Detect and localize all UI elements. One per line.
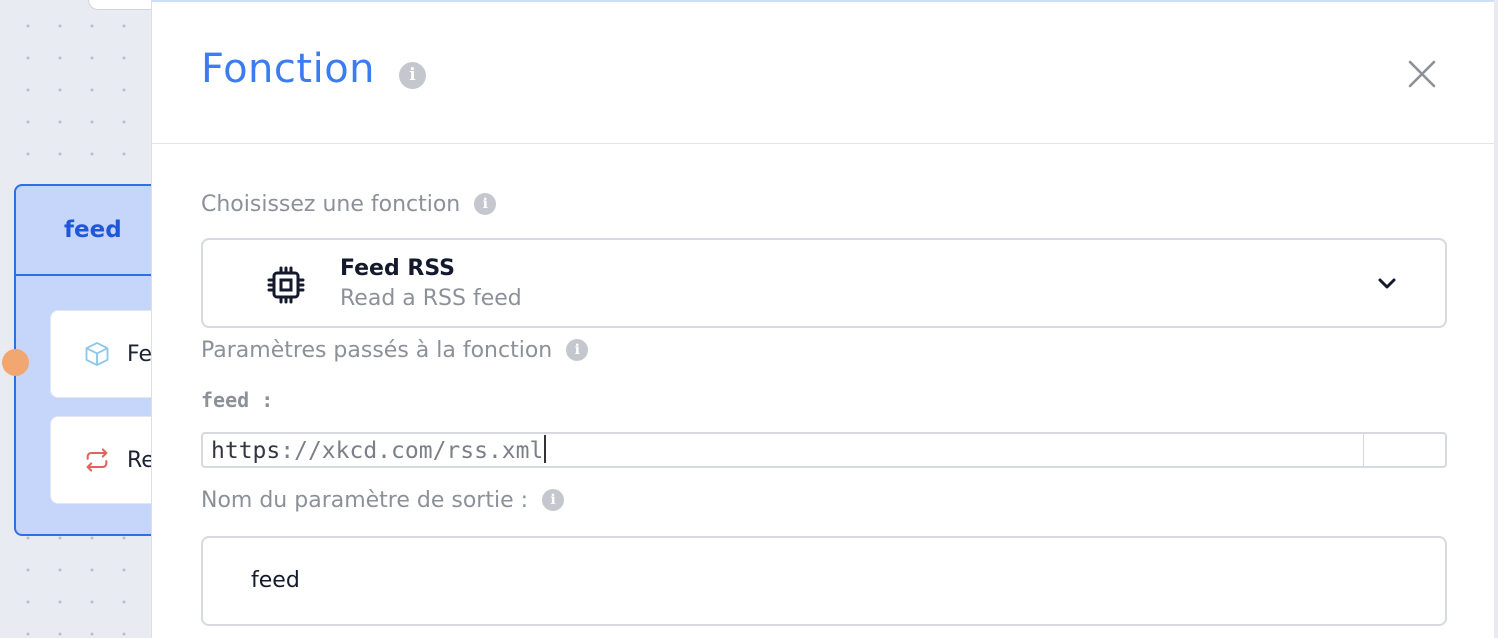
drawer-title: Fonction [201, 46, 376, 92]
output-name-value[interactable]: feed [251, 568, 300, 593]
info-icon[interactable]: i [399, 62, 426, 89]
chip-icon [267, 266, 305, 304]
param-feed-input[interactable]: https://xkcd.com/rss.xml [201, 432, 1447, 468]
url-scheme: https [211, 438, 281, 464]
function-drawer: Fonction i Choisissez une fonction i Feed… [151, 0, 1494, 638]
param-feed-value[interactable]: https://xkcd.com/rss.xml [211, 435, 547, 464]
window-edge [1494, 0, 1498, 638]
info-icon[interactable]: i [542, 489, 565, 511]
selected-function-description: Read a RSS feed [340, 286, 522, 311]
info-icon[interactable]: i [566, 339, 589, 361]
canvas-node-stub [88, 0, 160, 10]
choose-function-label: Choisissez une fonction i [201, 192, 497, 217]
output-label: Nom du paramètre de sortie : i [201, 488, 565, 513]
flow-node-feed[interactable]: feed Fe Re [14, 184, 180, 536]
drawer-header: Fonction i [152, 2, 1494, 144]
output-name-field[interactable]: feed [201, 536, 1447, 626]
text-caret [544, 435, 547, 463]
selected-function-name: Feed RSS [340, 256, 456, 281]
info-icon[interactable]: i [474, 193, 497, 215]
output-label-text: Nom du paramètre de sortie : [201, 488, 529, 513]
node-input-port[interactable] [2, 349, 29, 376]
node-item-label: Fe [127, 341, 152, 367]
params-label-text: Paramètres passés à la fonction [201, 338, 553, 363]
url-rest: ://xkcd.com/rss.xml [280, 438, 544, 464]
param-name-label: feed : [201, 388, 274, 412]
cube-icon [85, 341, 109, 367]
chevron-down-icon[interactable] [1375, 272, 1399, 296]
node-title: feed [16, 186, 162, 276]
function-select[interactable]: Feed RSS Read a RSS feed [201, 238, 1447, 328]
close-icon[interactable] [1406, 58, 1438, 90]
input-divider [1363, 434, 1364, 466]
choose-function-text: Choisissez une fonction [201, 192, 461, 217]
repeat-icon [86, 448, 108, 472]
params-label: Paramètres passés à la fonction i [201, 338, 589, 363]
